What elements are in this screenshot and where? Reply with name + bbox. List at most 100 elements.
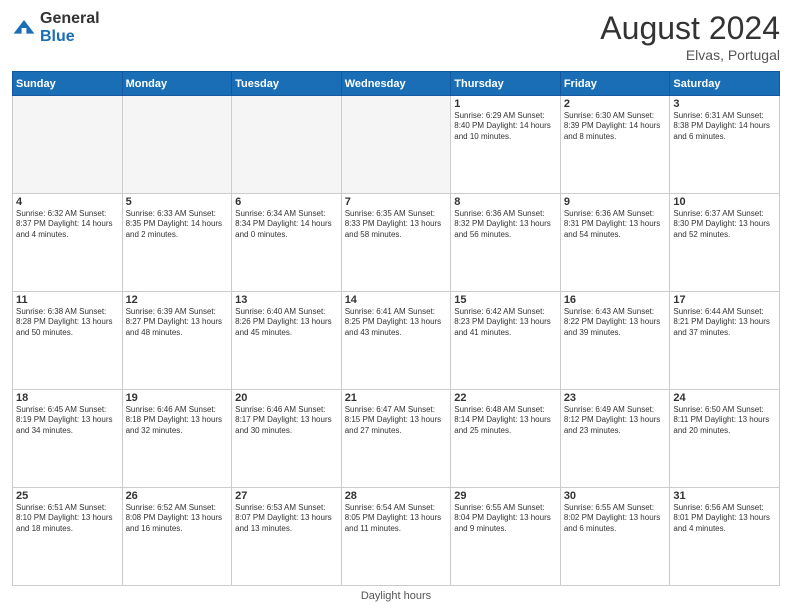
day-number: 11 (16, 294, 119, 306)
logo-icon (12, 16, 36, 40)
day-info: Sunrise: 6:37 AM Sunset: 8:30 PM Dayligh… (673, 209, 776, 240)
calendar-day-cell (13, 96, 123, 194)
day-info: Sunrise: 6:53 AM Sunset: 8:07 PM Dayligh… (235, 503, 338, 534)
day-number: 13 (235, 294, 338, 306)
header: General Blue August 2024 Elvas, Portugal (12, 10, 780, 63)
calendar-day-cell: 2Sunrise: 6:30 AM Sunset: 8:39 PM Daylig… (560, 96, 670, 194)
calendar-header-row: SundayMondayTuesdayWednesdayThursdayFrid… (13, 72, 780, 96)
calendar-day-cell: 20Sunrise: 6:46 AM Sunset: 8:17 PM Dayli… (232, 390, 342, 488)
calendar-day-cell: 19Sunrise: 6:46 AM Sunset: 8:18 PM Dayli… (122, 390, 232, 488)
day-info: Sunrise: 6:30 AM Sunset: 8:39 PM Dayligh… (564, 111, 667, 142)
day-number: 24 (673, 392, 776, 404)
logo-general: General (40, 10, 100, 28)
calendar-header-cell: Saturday (670, 72, 780, 96)
day-number: 20 (235, 392, 338, 404)
calendar-day-cell: 8Sunrise: 6:36 AM Sunset: 8:32 PM Daylig… (451, 194, 561, 292)
title-block: August 2024 Elvas, Portugal (600, 10, 780, 63)
calendar-day-cell: 15Sunrise: 6:42 AM Sunset: 8:23 PM Dayli… (451, 292, 561, 390)
day-number: 23 (564, 392, 667, 404)
day-info: Sunrise: 6:54 AM Sunset: 8:05 PM Dayligh… (345, 503, 448, 534)
day-info: Sunrise: 6:55 AM Sunset: 8:04 PM Dayligh… (454, 503, 557, 534)
day-number: 4 (16, 196, 119, 208)
day-number: 8 (454, 196, 557, 208)
calendar-header-cell: Wednesday (341, 72, 451, 96)
day-info: Sunrise: 6:35 AM Sunset: 8:33 PM Dayligh… (345, 209, 448, 240)
calendar-week-row: 1Sunrise: 6:29 AM Sunset: 8:40 PM Daylig… (13, 96, 780, 194)
day-number: 25 (16, 490, 119, 502)
calendar-day-cell: 13Sunrise: 6:40 AM Sunset: 8:26 PM Dayli… (232, 292, 342, 390)
footer: Daylight hours (12, 590, 780, 602)
day-number: 27 (235, 490, 338, 502)
day-info: Sunrise: 6:50 AM Sunset: 8:11 PM Dayligh… (673, 405, 776, 436)
calendar-day-cell: 9Sunrise: 6:36 AM Sunset: 8:31 PM Daylig… (560, 194, 670, 292)
calendar-day-cell (122, 96, 232, 194)
calendar-header-cell: Sunday (13, 72, 123, 96)
day-info: Sunrise: 6:33 AM Sunset: 8:35 PM Dayligh… (126, 209, 229, 240)
day-number: 2 (564, 98, 667, 110)
calendar-week-row: 18Sunrise: 6:45 AM Sunset: 8:19 PM Dayli… (13, 390, 780, 488)
calendar-day-cell: 30Sunrise: 6:55 AM Sunset: 8:02 PM Dayli… (560, 488, 670, 586)
calendar-day-cell: 12Sunrise: 6:39 AM Sunset: 8:27 PM Dayli… (122, 292, 232, 390)
calendar-day-cell: 5Sunrise: 6:33 AM Sunset: 8:35 PM Daylig… (122, 194, 232, 292)
calendar-day-cell: 21Sunrise: 6:47 AM Sunset: 8:15 PM Dayli… (341, 390, 451, 488)
calendar-header-cell: Tuesday (232, 72, 342, 96)
day-info: Sunrise: 6:48 AM Sunset: 8:14 PM Dayligh… (454, 405, 557, 436)
calendar-day-cell: 14Sunrise: 6:41 AM Sunset: 8:25 PM Dayli… (341, 292, 451, 390)
day-info: Sunrise: 6:40 AM Sunset: 8:26 PM Dayligh… (235, 307, 338, 338)
day-number: 12 (126, 294, 229, 306)
calendar-day-cell: 31Sunrise: 6:56 AM Sunset: 8:01 PM Dayli… (670, 488, 780, 586)
day-info: Sunrise: 6:49 AM Sunset: 8:12 PM Dayligh… (564, 405, 667, 436)
calendar-table: SundayMondayTuesdayWednesdayThursdayFrid… (12, 71, 780, 586)
day-info: Sunrise: 6:52 AM Sunset: 8:08 PM Dayligh… (126, 503, 229, 534)
day-number: 10 (673, 196, 776, 208)
day-info: Sunrise: 6:55 AM Sunset: 8:02 PM Dayligh… (564, 503, 667, 534)
calendar-day-cell: 16Sunrise: 6:43 AM Sunset: 8:22 PM Dayli… (560, 292, 670, 390)
day-number: 7 (345, 196, 448, 208)
day-number: 19 (126, 392, 229, 404)
day-number: 21 (345, 392, 448, 404)
calendar-day-cell: 10Sunrise: 6:37 AM Sunset: 8:30 PM Dayli… (670, 194, 780, 292)
month-title: August 2024 (600, 10, 780, 47)
day-number: 15 (454, 294, 557, 306)
day-info: Sunrise: 6:46 AM Sunset: 8:18 PM Dayligh… (126, 405, 229, 436)
logo: General Blue (12, 10, 100, 45)
calendar-day-cell: 11Sunrise: 6:38 AM Sunset: 8:28 PM Dayli… (13, 292, 123, 390)
day-number: 16 (564, 294, 667, 306)
daylight-label: Daylight hours (361, 590, 431, 602)
day-info: Sunrise: 6:51 AM Sunset: 8:10 PM Dayligh… (16, 503, 119, 534)
calendar-day-cell: 29Sunrise: 6:55 AM Sunset: 8:04 PM Dayli… (451, 488, 561, 586)
calendar-day-cell: 26Sunrise: 6:52 AM Sunset: 8:08 PM Dayli… (122, 488, 232, 586)
calendar-week-row: 4Sunrise: 6:32 AM Sunset: 8:37 PM Daylig… (13, 194, 780, 292)
day-number: 28 (345, 490, 448, 502)
day-number: 18 (16, 392, 119, 404)
calendar-day-cell: 4Sunrise: 6:32 AM Sunset: 8:37 PM Daylig… (13, 194, 123, 292)
day-info: Sunrise: 6:45 AM Sunset: 8:19 PM Dayligh… (16, 405, 119, 436)
day-number: 31 (673, 490, 776, 502)
calendar-day-cell (232, 96, 342, 194)
calendar-day-cell: 6Sunrise: 6:34 AM Sunset: 8:34 PM Daylig… (232, 194, 342, 292)
calendar-day-cell: 22Sunrise: 6:48 AM Sunset: 8:14 PM Dayli… (451, 390, 561, 488)
day-info: Sunrise: 6:47 AM Sunset: 8:15 PM Dayligh… (345, 405, 448, 436)
day-number: 5 (126, 196, 229, 208)
calendar-body: 1Sunrise: 6:29 AM Sunset: 8:40 PM Daylig… (13, 96, 780, 586)
logo-blue: Blue (40, 28, 100, 46)
day-info: Sunrise: 6:32 AM Sunset: 8:37 PM Dayligh… (16, 209, 119, 240)
day-number: 26 (126, 490, 229, 502)
calendar-header-cell: Friday (560, 72, 670, 96)
calendar-day-cell: 25Sunrise: 6:51 AM Sunset: 8:10 PM Dayli… (13, 488, 123, 586)
calendar-day-cell: 17Sunrise: 6:44 AM Sunset: 8:21 PM Dayli… (670, 292, 780, 390)
page-container: General Blue August 2024 Elvas, Portugal… (0, 0, 792, 612)
day-number: 9 (564, 196, 667, 208)
day-info: Sunrise: 6:46 AM Sunset: 8:17 PM Dayligh… (235, 405, 338, 436)
day-number: 22 (454, 392, 557, 404)
day-info: Sunrise: 6:36 AM Sunset: 8:31 PM Dayligh… (564, 209, 667, 240)
location: Elvas, Portugal (600, 47, 780, 63)
day-info: Sunrise: 6:43 AM Sunset: 8:22 PM Dayligh… (564, 307, 667, 338)
day-info: Sunrise: 6:31 AM Sunset: 8:38 PM Dayligh… (673, 111, 776, 142)
logo-text: General Blue (40, 10, 100, 45)
day-number: 14 (345, 294, 448, 306)
calendar-day-cell: 1Sunrise: 6:29 AM Sunset: 8:40 PM Daylig… (451, 96, 561, 194)
day-info: Sunrise: 6:38 AM Sunset: 8:28 PM Dayligh… (16, 307, 119, 338)
day-number: 6 (235, 196, 338, 208)
day-number: 29 (454, 490, 557, 502)
